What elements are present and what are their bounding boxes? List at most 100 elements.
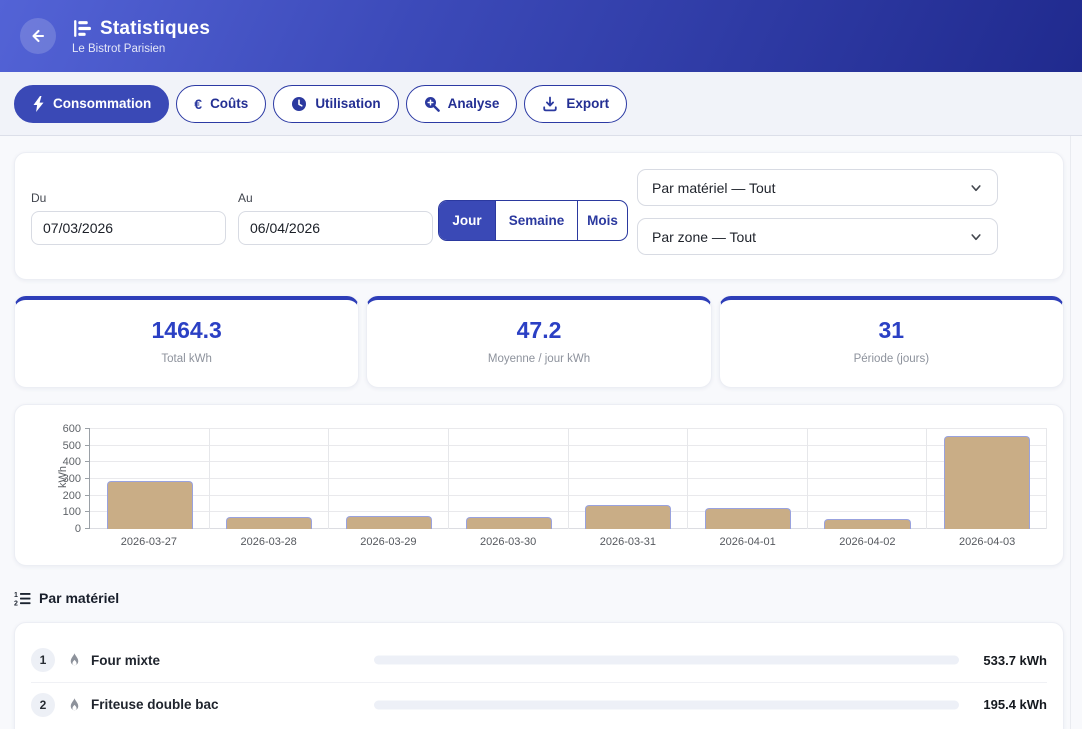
chevron-down-icon [969, 230, 983, 244]
tab-utilisation[interactable]: Utilisation [273, 85, 398, 123]
y-tick-label: 100 [15, 507, 81, 517]
section-title: Par matériel [39, 590, 119, 606]
date-from-input[interactable] [31, 211, 226, 245]
gridline [90, 478, 1047, 479]
stat-card-total: 1464.3 Total kWh [14, 296, 359, 388]
y-tick-label: 400 [15, 457, 81, 467]
x-tick-label: 2026-03-31 [568, 536, 688, 548]
rank-badge: 2 [31, 693, 55, 717]
app-header: Statistiques Le Bistrot Parisien [0, 0, 1082, 72]
gridline [687, 429, 688, 529]
progress-track [374, 656, 959, 665]
gridline [90, 495, 1047, 496]
gridline [926, 429, 927, 529]
gridline [448, 429, 449, 529]
bar-2026-04-02 [824, 519, 910, 530]
date-to-label: Au [238, 191, 253, 205]
progress-track [374, 700, 959, 709]
bar-2026-03-28 [226, 517, 312, 529]
flame-icon [67, 697, 82, 713]
material-filter-value: Par matériel — Tout [652, 180, 775, 196]
arrow-left-icon [29, 27, 47, 45]
material-value: 533.7 kWh [983, 653, 1047, 668]
clock-icon [291, 96, 307, 112]
gridline [568, 429, 569, 529]
material-name: Friteuse double bac [91, 697, 219, 712]
chart-x-labels: 2026-03-272026-03-282026-03-292026-03-30… [89, 536, 1047, 552]
stat-value: 47.2 [367, 317, 710, 344]
scrollbar-track[interactable] [1070, 136, 1071, 729]
tab-label: Utilisation [315, 96, 380, 111]
zone-filter-select[interactable]: Par zone — Tout [637, 218, 998, 255]
tab-export[interactable]: Export [524, 85, 627, 123]
bar-2026-04-01 [705, 508, 791, 530]
stats-row: 1464.3 Total kWh 47.2 Moyenne / jour kWh… [14, 296, 1064, 388]
bar-2026-04-03 [944, 436, 1030, 529]
consumption-chart-card: kWh 0100200300400500600 2026-03-272026-0… [14, 404, 1064, 566]
chart-y-ticks: 0100200300400500600 [15, 429, 81, 529]
x-tick-label: 2026-04-02 [808, 536, 928, 548]
material-value: 195.4 kWh [983, 697, 1047, 712]
tab-bar: Consommation € Coûts Utilisation Analyse… [0, 72, 1082, 136]
stats-chart-icon [72, 18, 93, 39]
tab-analyse[interactable]: Analyse [406, 85, 518, 123]
y-tick-label: 200 [15, 491, 81, 501]
granularity-toggle: Jour Semaine Mois [438, 200, 628, 241]
tab-label: Analyse [448, 96, 500, 111]
gridline [807, 429, 808, 529]
x-tick-label: 2026-04-01 [688, 536, 808, 548]
bar-2026-03-30 [466, 517, 552, 530]
stat-label: Période (jours) [720, 353, 1063, 365]
y-tick-label: 500 [15, 441, 81, 451]
download-icon [542, 96, 558, 112]
x-tick-label: 2026-03-28 [209, 536, 329, 548]
tab-label: Consommation [53, 96, 151, 111]
y-tick-label: 600 [15, 424, 81, 434]
gridline [328, 429, 329, 529]
material-filter-select[interactable]: Par matériel — Tout [637, 169, 998, 206]
page-subtitle: Le Bistrot Parisien [72, 43, 210, 55]
filters-card: Du Au Jour Semaine Mois Par matériel — T… [14, 152, 1064, 280]
gridline [1046, 429, 1047, 529]
gridline [209, 429, 210, 529]
back-button[interactable] [20, 18, 56, 54]
euro-icon: € [194, 97, 202, 111]
gridline [90, 445, 1047, 446]
gridline [90, 428, 1047, 429]
tab-consommation[interactable]: Consommation [14, 85, 169, 123]
lightning-icon [32, 96, 45, 112]
materials-list-card: 1 Four mixte 533.7 kWh 2 Friteuse double… [14, 622, 1064, 729]
page-title: Statistiques [100, 18, 210, 40]
date-from-label: Du [31, 191, 46, 205]
bar-2026-03-31 [585, 505, 671, 529]
tab-label: Coûts [210, 96, 248, 111]
x-tick-label: 2026-03-27 [89, 536, 209, 548]
stat-value: 31 [720, 317, 1063, 344]
stat-card-period: 31 Période (jours) [719, 296, 1064, 388]
list-item[interactable]: 1 Four mixte 533.7 kWh [31, 638, 1047, 682]
y-tick-label: 0 [15, 524, 81, 534]
gridline [90, 511, 1047, 512]
bar-2026-03-29 [346, 516, 432, 529]
numbered-list-icon: 12 [14, 591, 31, 606]
granularity-mois[interactable]: Mois [577, 201, 627, 240]
magnifier-plus-icon [424, 96, 440, 112]
tab-couts[interactable]: € Coûts [176, 85, 266, 123]
x-tick-label: 2026-04-03 [927, 536, 1047, 548]
stat-label: Moyenne / jour kWh [367, 353, 710, 365]
date-to-input[interactable] [238, 211, 433, 245]
granularity-jour[interactable]: Jour [439, 201, 495, 240]
flame-icon [67, 652, 82, 668]
rank-badge: 1 [31, 648, 55, 672]
x-tick-label: 2026-03-30 [448, 536, 568, 548]
chevron-down-icon [969, 181, 983, 195]
granularity-semaine[interactable]: Semaine [495, 201, 577, 240]
list-item[interactable]: 2 Friteuse double bac 195.4 kWh [31, 682, 1047, 726]
y-tick-label: 300 [15, 474, 81, 484]
x-tick-label: 2026-03-29 [329, 536, 449, 548]
chart-plot [89, 429, 1047, 529]
svg-text:2: 2 [14, 600, 18, 605]
stat-card-average: 47.2 Moyenne / jour kWh [366, 296, 711, 388]
stat-label: Total kWh [15, 353, 358, 365]
stat-value: 1464.3 [15, 317, 358, 344]
